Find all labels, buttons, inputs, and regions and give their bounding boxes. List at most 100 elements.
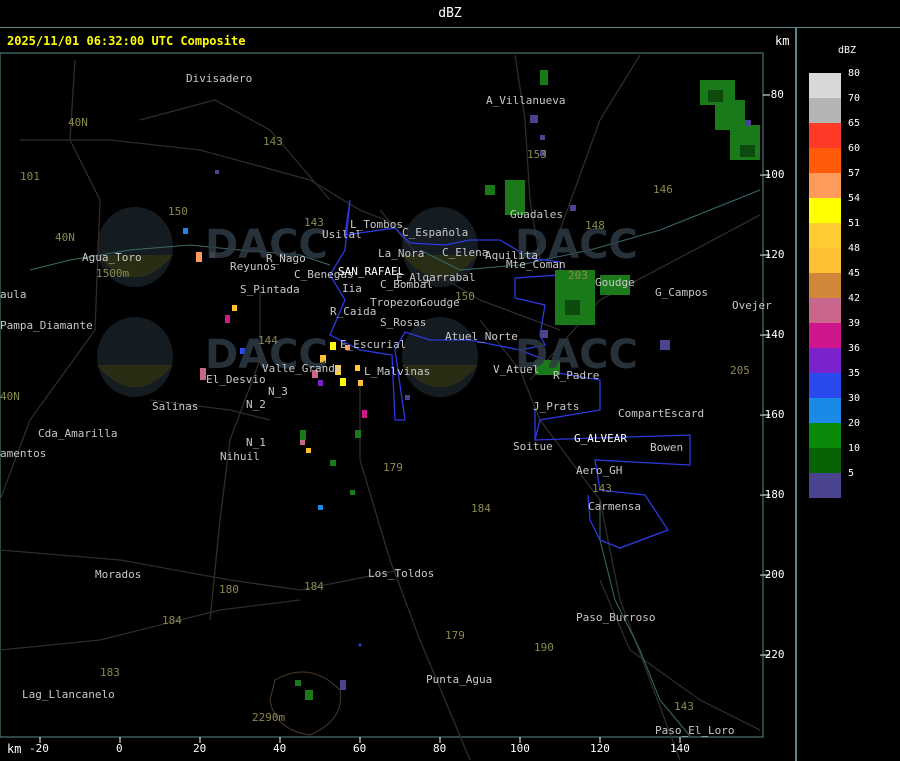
place-label: amentos bbox=[0, 447, 47, 460]
x-tick-label: 140 bbox=[670, 742, 690, 755]
legend-swatch bbox=[809, 248, 841, 273]
place-label: J_Prats bbox=[533, 400, 580, 413]
y-tick-label: -120 bbox=[758, 248, 785, 261]
legend-value: 10 bbox=[848, 443, 861, 454]
y-tick-label: -160 bbox=[758, 408, 785, 421]
place-label: Goudge bbox=[420, 296, 460, 309]
place-label: La_Nora bbox=[378, 247, 425, 260]
route-label: 146 bbox=[653, 183, 673, 196]
place-label: Cda_Amarilla bbox=[38, 427, 118, 440]
route-label: 184 bbox=[304, 580, 324, 593]
route-label: 153 bbox=[527, 148, 547, 161]
legend-value: 48 bbox=[848, 243, 861, 254]
place-label: Aero_GH bbox=[576, 464, 623, 477]
place-label: Mte_Coman bbox=[506, 258, 566, 271]
route-label: 40N bbox=[68, 116, 88, 129]
place-label: 1500m bbox=[96, 267, 130, 280]
place-label: Bowen bbox=[650, 441, 684, 454]
place-label: L_Malvinas bbox=[364, 365, 431, 378]
route-label: 143 bbox=[592, 482, 612, 495]
place-label: G_Campos bbox=[655, 286, 708, 299]
legend-value: 39 bbox=[848, 318, 861, 329]
y-tick-label: -100 bbox=[758, 168, 785, 181]
contour-2290 bbox=[269, 671, 342, 736]
x-tick-label: 80 bbox=[433, 742, 447, 755]
x-tick-label: 120 bbox=[590, 742, 610, 755]
place-label: Carmensa bbox=[588, 500, 641, 513]
map-canvas[interactable] bbox=[0, 28, 797, 761]
x-tick-label: 100 bbox=[510, 742, 530, 755]
place-label: G_ALVEAR bbox=[574, 432, 627, 445]
y-tick-label: -180 bbox=[758, 488, 785, 501]
place-label: Soitue bbox=[513, 440, 553, 453]
legend-swatch bbox=[809, 348, 841, 373]
place-label: R_Caida bbox=[330, 305, 377, 318]
plot-frame bbox=[0, 52, 764, 738]
place-label: A_Villanueva bbox=[486, 94, 566, 107]
place-label: C_Española bbox=[402, 226, 469, 239]
legend-value: 80 bbox=[848, 68, 861, 79]
place-label: Lag_Llancanelo bbox=[22, 688, 115, 701]
place-label: aula bbox=[0, 288, 27, 301]
legend-swatch bbox=[809, 73, 841, 98]
legend-swatch bbox=[809, 98, 841, 123]
legend-title: dBZ bbox=[838, 45, 857, 56]
place-label: N_1 bbox=[246, 436, 266, 449]
legend-swatch bbox=[809, 223, 841, 248]
y-tick-label: -140 bbox=[758, 328, 785, 341]
legend-swatch bbox=[809, 298, 841, 323]
legend-value: 35 bbox=[848, 368, 861, 379]
legend-swatch bbox=[809, 423, 841, 448]
legend-value: 57 bbox=[848, 168, 861, 179]
radar-site-marker bbox=[358, 643, 362, 647]
route-label: 183 bbox=[100, 666, 120, 679]
y-tick-label: -200 bbox=[758, 568, 785, 581]
route-label: 148 bbox=[585, 219, 605, 232]
legend-swatch bbox=[809, 273, 841, 298]
legend-value: 65 bbox=[848, 118, 861, 129]
place-label: Salinas bbox=[152, 400, 199, 413]
place-label: N_3 bbox=[268, 385, 288, 398]
legend-swatch bbox=[809, 148, 841, 173]
route-label: 184 bbox=[162, 614, 182, 627]
place-label: R_Nago bbox=[266, 252, 306, 265]
y-tick-label: -220 bbox=[758, 648, 785, 661]
timestamp: 2025/11/01 06:32:00 UTC Composite bbox=[7, 34, 246, 48]
place-label: Paso_El_Loro bbox=[655, 724, 735, 737]
route-label: 179 bbox=[445, 629, 465, 642]
place-label: Goudge bbox=[595, 276, 635, 289]
legend-value: 70 bbox=[848, 93, 861, 104]
place-label: Paso_Burroso bbox=[576, 611, 656, 624]
legend-value: 36 bbox=[848, 343, 861, 354]
title-bar: dBZ bbox=[0, 0, 900, 28]
route-label: 180 bbox=[219, 583, 239, 596]
legend-swatch bbox=[809, 198, 841, 223]
place-label: Iia bbox=[342, 282, 362, 295]
unit-top: km bbox=[775, 34, 790, 48]
place-label: CompartEscard bbox=[618, 407, 705, 420]
place-label: SAN_RAFAEL bbox=[338, 265, 405, 278]
route-label: 150 bbox=[455, 290, 475, 303]
place-label: Atuel_Norte bbox=[445, 330, 518, 343]
legend-swatch bbox=[809, 373, 841, 398]
unit-bottom: km bbox=[7, 742, 22, 756]
radar-echoes-purple bbox=[215, 115, 751, 690]
place-label: Agua_Toro bbox=[82, 251, 142, 264]
place-label: Punta_Agua bbox=[426, 673, 493, 686]
place-label: Divisadero bbox=[186, 72, 253, 85]
route-label: 144 bbox=[258, 334, 278, 347]
legend-value: 54 bbox=[848, 193, 861, 204]
legend-swatch bbox=[809, 123, 841, 148]
x-tick-label: 0 bbox=[116, 742, 123, 755]
place-label: Tropezon bbox=[370, 296, 423, 309]
place-label: S_Rosas bbox=[380, 316, 427, 329]
place-label: Valle_Grande bbox=[262, 362, 342, 375]
place-label: C_Elena bbox=[442, 246, 489, 259]
x-tick-label: 60 bbox=[353, 742, 367, 755]
route-label: 205 bbox=[730, 364, 750, 377]
place-label: C_Bombal bbox=[380, 278, 433, 291]
route-label: 203 bbox=[568, 269, 588, 282]
y-tick-label: -80 bbox=[764, 88, 784, 101]
x-tick-label: 20 bbox=[193, 742, 207, 755]
route-label: 179 bbox=[383, 461, 403, 474]
